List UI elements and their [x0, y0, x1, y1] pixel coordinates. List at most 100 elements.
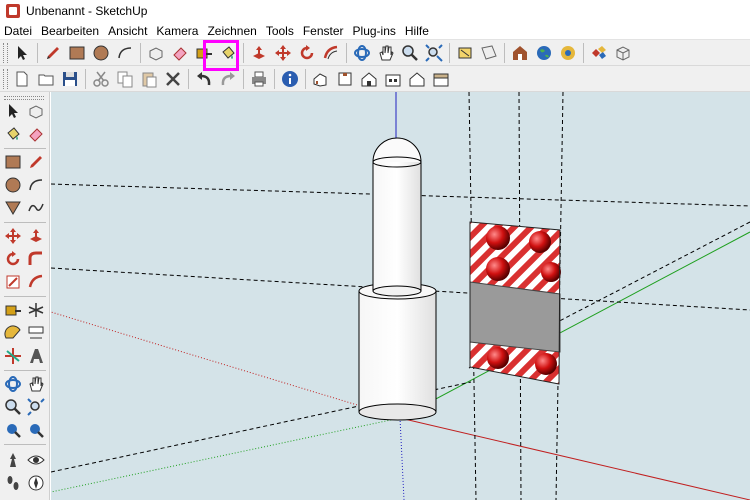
rectangle-tool-button-left[interactable] [2, 151, 24, 173]
push-pull-button-left[interactable] [25, 225, 47, 247]
pencil-tool-button[interactable] [41, 41, 65, 65]
right-view-button[interactable] [381, 67, 405, 91]
orbit-tool-button-left[interactable] [2, 373, 24, 395]
menu-bearbeiten[interactable]: Bearbeiten [37, 22, 104, 40]
section-plane-button-left[interactable] [2, 345, 24, 367]
scale-tool-button-left[interactable] [2, 271, 24, 293]
toolbar-grip[interactable] [3, 42, 8, 63]
menu-zeichnen[interactable]: Zeichnen [203, 22, 261, 40]
textured-panel[interactable] [469, 221, 561, 385]
redo-button[interactable] [216, 67, 240, 91]
pencil-tool-button-left[interactable] [25, 151, 47, 173]
move-tool-button[interactable] [271, 41, 295, 65]
make-component-button[interactable] [144, 41, 168, 65]
extension-button[interactable] [611, 41, 635, 65]
arc-tool-button-left[interactable] [25, 174, 47, 196]
paste-button[interactable] [137, 67, 161, 91]
paint-bucket-button[interactable] [216, 41, 240, 65]
open-file-button[interactable] [34, 67, 58, 91]
google-earth-button[interactable] [532, 41, 556, 65]
select-tool-button-left[interactable] [2, 100, 24, 122]
rectangle-tool-button[interactable] [65, 41, 89, 65]
zoom-window-button-left[interactable] [25, 396, 47, 418]
title-bar: Unbenannt - SketchUp [0, 0, 750, 22]
select-tool-button[interactable] [10, 41, 34, 65]
arc-tool-button[interactable] [113, 41, 137, 65]
axes-tool-button-left[interactable] [25, 299, 47, 321]
eraser-tool-button-left[interactable] [25, 123, 47, 145]
share-model-button[interactable] [587, 41, 611, 65]
menu-plugins[interactable]: Plug-ins [349, 22, 401, 40]
dimension-button-left[interactable] [25, 322, 47, 344]
copy-button[interactable] [113, 67, 137, 91]
save-file-button[interactable] [58, 67, 82, 91]
walk-tool-button-left[interactable] [2, 472, 24, 494]
next-view-button[interactable] [477, 41, 501, 65]
menu-hilfe[interactable]: Hilfe [401, 22, 434, 40]
print-button[interactable] [247, 67, 271, 91]
3d-text-button-left[interactable] [25, 345, 47, 367]
house-back-icon [409, 71, 425, 86]
paint-bucket-button-left[interactable] [2, 123, 24, 145]
geo-location-button[interactable] [556, 41, 580, 65]
left-view-button[interactable] [429, 67, 453, 91]
follow-me-button-left[interactable] [25, 248, 47, 270]
component-icon [29, 105, 43, 119]
polygon-tool-button-left[interactable] [2, 197, 24, 219]
position-camera-button-left[interactable] [2, 449, 24, 471]
previous-view-button-left[interactable] [25, 419, 47, 441]
move-tool-button-left[interactable] [2, 225, 24, 247]
circle-tool-button-left[interactable] [2, 174, 24, 196]
pencil-icon [47, 46, 59, 59]
top-view-button[interactable] [333, 67, 357, 91]
cylinder-base[interactable] [358, 282, 437, 421]
toolbar-separator [85, 68, 86, 89]
zoom-icon [5, 399, 21, 415]
menu-kamera[interactable]: Kamera [152, 22, 203, 40]
back-view-button[interactable] [405, 67, 429, 91]
menu-fenster[interactable]: Fenster [299, 22, 349, 40]
pan-tool-button[interactable] [374, 41, 398, 65]
new-file-button[interactable] [10, 67, 34, 91]
rotate-tool-button[interactable] [295, 41, 319, 65]
front-view-button[interactable] [357, 67, 381, 91]
look-around-button-left[interactable] [25, 449, 47, 471]
iso-view-button[interactable] [309, 67, 333, 91]
push-pull-button[interactable] [247, 41, 271, 65]
tape-measure-button-left[interactable] [2, 299, 24, 321]
toolbar-separator [4, 370, 46, 371]
circle-tool-button[interactable] [89, 41, 113, 65]
tape-measure-button[interactable] [192, 41, 216, 65]
undo-button[interactable] [192, 67, 216, 91]
left-toolbar [0, 92, 50, 500]
house-front-icon [361, 71, 377, 86]
offset-tool-button[interactable] [319, 41, 343, 65]
3d-viewport[interactable] [51, 92, 750, 500]
toolbar-grip[interactable] [3, 68, 8, 89]
redo-icon [221, 71, 235, 85]
zoom-extents-button-left[interactable] [2, 419, 24, 441]
zoom-tool-button[interactable] [398, 41, 422, 65]
eraser-tool-button[interactable] [168, 41, 192, 65]
zoom-tool-button-left[interactable] [2, 396, 24, 418]
make-component-button-left[interactable] [25, 100, 47, 122]
menu-ansicht[interactable]: Ansicht [104, 22, 152, 40]
orbit-tool-button[interactable] [350, 41, 374, 65]
pan-tool-button-left[interactable] [25, 373, 47, 395]
menu-datei[interactable]: Datei [0, 22, 37, 40]
compass-button-left[interactable] [25, 472, 47, 494]
cut-button[interactable] [89, 67, 113, 91]
rotate-tool-button-left[interactable] [2, 248, 24, 270]
previous-view-button[interactable] [453, 41, 477, 65]
delete-button[interactable] [161, 67, 185, 91]
toolbar-separator [4, 222, 46, 223]
zoom-extents-button[interactable] [422, 41, 446, 65]
freehand-tool-button-left[interactable] [25, 197, 47, 219]
cylinder-shaft[interactable] [372, 137, 422, 297]
protractor-button-left[interactable] [2, 322, 24, 344]
warehouse-button[interactable] [508, 41, 532, 65]
offset-tool-button-left[interactable] [25, 271, 47, 293]
menu-tools[interactable]: Tools [262, 22, 299, 40]
follow-me-icon [28, 251, 42, 265]
model-info-button[interactable] [278, 67, 302, 91]
